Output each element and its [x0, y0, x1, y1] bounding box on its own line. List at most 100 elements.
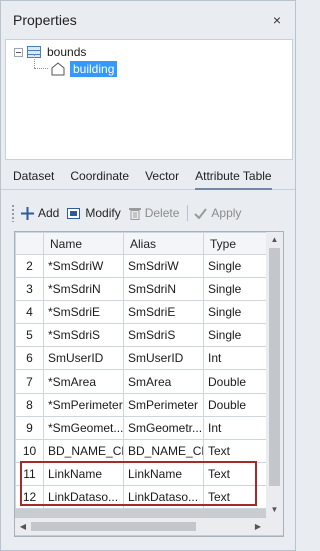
name-cell[interactable]: *SmArea	[43, 369, 124, 394]
alias-cell[interactable]: LinkDataso...	[123, 484, 204, 510]
field-table: Name Alias Type 2 *SmSdriW SmSdriW Single 3 *…	[15, 232, 268, 510]
add-button[interactable]: Add	[21, 206, 59, 220]
alias-cell[interactable]: SmPerimeter	[123, 392, 204, 417]
apply-button[interactable]: Apply	[194, 206, 241, 220]
scroll-up-icon[interactable]: ▲	[266, 232, 283, 248]
alias-cell[interactable]: SmUserID	[123, 346, 204, 371]
header-type[interactable]: Type	[203, 232, 268, 255]
modify-label: Modify	[85, 206, 121, 220]
tab-attribute-table[interactable]: Attribute Table	[195, 162, 272, 190]
name-cell[interactable]: *SmSdriE	[43, 300, 124, 325]
modify-icon	[67, 207, 81, 219]
table-row[interactable]: 3 *SmSdriN SmSdriN Single	[15, 277, 268, 302]
alias-cell[interactable]: SmArea	[123, 369, 204, 394]
alias-cell[interactable]: SmSdriW	[123, 253, 204, 279]
plus-icon	[21, 206, 34, 220]
header-name[interactable]: Name	[43, 232, 124, 255]
row-number-cell[interactable]: 10	[15, 438, 44, 463]
scroll-down-icon[interactable]: ▼	[266, 502, 283, 518]
type-cell[interactable]: Text	[203, 438, 268, 463]
row-number-cell[interactable]: 3	[15, 277, 44, 302]
tree-connector	[34, 68, 48, 69]
check-icon	[194, 207, 208, 219]
table-row[interactable]: 9 *SmGeomet... SmGeometr... Int	[15, 415, 268, 440]
row-number-cell[interactable]: 4	[15, 300, 44, 325]
table-row[interactable]: 8 *SmPerimeter SmPerimeter Double	[15, 392, 268, 417]
row-number-cell[interactable]: 7	[15, 369, 44, 394]
header-alias[interactable]: Alias	[123, 232, 204, 255]
tab-coordinate[interactable]: Coordinate	[70, 162, 129, 190]
collapse-icon[interactable]	[14, 47, 23, 57]
scroll-right-icon[interactable]: ▶	[250, 518, 266, 535]
type-cell[interactable]: Int	[203, 346, 268, 371]
alias-cell[interactable]: SmGeometr...	[123, 415, 204, 440]
table-row[interactable]: 6 SmUserID SmUserID Int	[15, 346, 268, 371]
tree-connector	[34, 54, 35, 68]
alias-cell[interactable]: LinkName	[123, 461, 204, 486]
name-cell[interactable]: *SmGeomet...	[43, 415, 124, 440]
vertical-scrollbar[interactable]: ▲ ▼	[266, 232, 283, 518]
table-body: 2 *SmSdriW SmSdriW Single 3 *SmSdriN SmSdriN Si…	[15, 253, 268, 510]
tab-dataset[interactable]: Dataset	[13, 162, 54, 190]
table-row[interactable]: 4 *SmSdriE SmSdriE Single	[15, 300, 268, 325]
table-row[interactable]: 5 *SmSdriS SmSdriS Single	[15, 323, 268, 348]
header-row-number	[15, 232, 44, 255]
tree-node-label: bounds	[47, 45, 87, 59]
type-cell[interactable]: Single	[203, 253, 268, 279]
scroll-left-icon[interactable]: ◀	[15, 518, 31, 535]
horizontal-scroll-thumb[interactable]	[31, 522, 196, 531]
type-cell[interactable]: Int	[203, 415, 268, 440]
type-cell[interactable]: Double	[203, 369, 268, 394]
alias-cell[interactable]: SmSdriE	[123, 300, 204, 325]
type-cell[interactable]: Text	[203, 461, 268, 486]
tree-node-building[interactable]: building	[50, 61, 118, 77]
alias-cell[interactable]: SmSdriS	[123, 323, 204, 348]
toolbar-grip[interactable]	[11, 204, 15, 222]
row-number-cell[interactable]: 5	[15, 323, 44, 348]
name-cell[interactable]: SmUserID	[43, 346, 124, 371]
row-number-cell[interactable]: 12	[15, 484, 44, 510]
tree-node-bounds[interactable]: bounds	[14, 44, 86, 60]
type-cell[interactable]: Text	[203, 484, 268, 510]
vertical-scroll-thumb[interactable]	[269, 248, 280, 486]
property-tabs: Dataset Coordinate Vector Attribute Tabl…	[1, 162, 295, 190]
toolbar-separator	[187, 205, 189, 221]
type-cell[interactable]: Double	[203, 392, 268, 417]
name-cell[interactable]: LinkName	[43, 461, 124, 486]
name-cell[interactable]: *SmSdriS	[43, 323, 124, 348]
close-icon[interactable]: ×	[269, 12, 285, 28]
row-number-cell[interactable]: 6	[15, 346, 44, 371]
table-row[interactable]: 11 LinkName LinkName Text	[15, 461, 268, 486]
alias-cell[interactable]: BD_NAME_CH	[123, 438, 204, 463]
row-number-cell[interactable]: 11	[15, 461, 44, 486]
horizontal-scrollbar[interactable]: ◀ ▶	[15, 518, 266, 535]
table-row[interactable]: 2 *SmSdriW SmSdriW Single	[15, 253, 268, 279]
row-number-cell[interactable]: 2	[15, 253, 44, 279]
table-row[interactable]: 10 BD_NAME_CH BD_NAME_CH Text	[15, 438, 268, 463]
delete-label: Delete	[144, 206, 180, 220]
name-cell[interactable]: *SmSdriW	[43, 253, 124, 279]
properties-panel: Properties × bounds building Dataset Coo…	[0, 0, 296, 551]
modify-button[interactable]: Modify	[67, 206, 121, 220]
table-row[interactable]: 7 *SmArea SmArea Double	[15, 369, 268, 394]
type-cell[interactable]: Single	[203, 323, 268, 348]
add-label: Add	[38, 206, 60, 220]
name-cell[interactable]: BD_NAME_CH	[43, 438, 124, 463]
name-cell[interactable]: *SmSdriN	[43, 277, 124, 302]
name-cell[interactable]: *SmPerimeter	[43, 392, 124, 417]
delete-button[interactable]: Delete	[128, 206, 180, 220]
type-cell[interactable]: Single	[203, 277, 268, 302]
table-header-row: Name Alias Type	[15, 232, 268, 255]
trash-icon	[128, 207, 141, 220]
table-row[interactable]: 12 LinkDataso... LinkDataso... Text	[15, 484, 268, 510]
row-number-cell[interactable]: 9	[15, 415, 44, 440]
apply-label: Apply	[211, 206, 242, 220]
panel-titlebar: Properties ×	[1, 1, 295, 39]
tab-vector[interactable]: Vector	[145, 162, 179, 190]
alias-cell[interactable]: SmSdriN	[123, 277, 204, 302]
panel-title: Properties	[13, 12, 77, 28]
type-cell[interactable]: Single	[203, 300, 268, 325]
row-number-cell[interactable]: 8	[15, 392, 44, 417]
dataset-tree: bounds building	[5, 39, 293, 160]
name-cell[interactable]: LinkDataso...	[43, 484, 124, 510]
